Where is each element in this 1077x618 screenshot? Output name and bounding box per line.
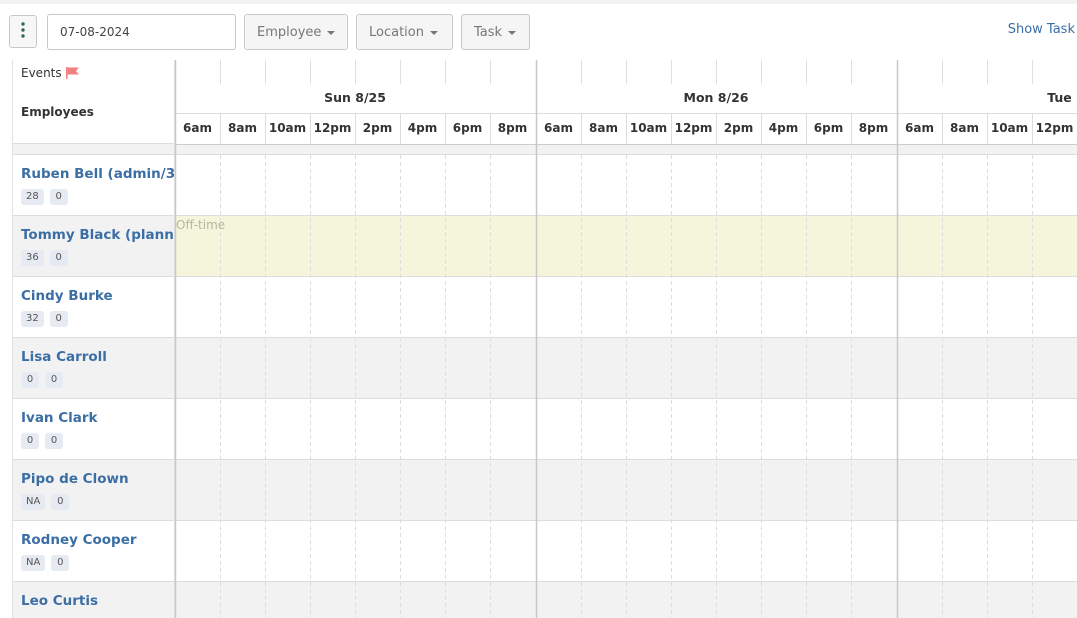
employee-name-link[interactable]: Leo Curtis <box>21 593 98 609</box>
employee-filter-dropdown[interactable]: Employee <box>244 14 348 50</box>
employee-row: Pipo de Clown NA 0 <box>13 460 174 521</box>
hour-header: 6am <box>905 121 934 135</box>
hour-header: 6pm <box>813 121 844 135</box>
employee-name-link[interactable]: Ruben Bell (admin/30) <box>21 166 174 182</box>
schedule-grid-lines <box>175 60 1077 618</box>
employee-row: Lisa Carroll 00 <box>13 338 174 399</box>
hour-header: 2pm <box>723 121 754 135</box>
divider <box>13 144 174 155</box>
flag-icon <box>65 67 80 79</box>
employee-name-link[interactable]: Rodney Cooper <box>21 532 137 548</box>
count-badge: 0 <box>51 494 70 510</box>
schedule-grid[interactable]: Sun 8/25 Mon 8/26 Tue 8/27 6am 8am 10am 12pm 2p… <box>175 60 1077 618</box>
hours-badge: 0 <box>21 372 39 388</box>
employee-panel: Events Employees Ruben Bell (admin/30) 2… <box>12 60 175 618</box>
kebab-vertical-icon <box>21 21 25 42</box>
count-badge: 0 <box>45 372 63 388</box>
employee-name-link[interactable]: Tommy Black (planner <box>21 227 174 243</box>
hour-header: 12pm <box>674 121 713 135</box>
count-badge: 0 <box>49 189 68 205</box>
caret-down-icon <box>327 31 336 35</box>
hour-header: 2pm <box>362 121 393 135</box>
employee-name-link[interactable]: Lisa Carroll <box>21 349 107 365</box>
more-options-button[interactable] <box>9 15 37 48</box>
hour-header: 8am <box>228 121 257 135</box>
hours-badge: NA <box>21 494 46 510</box>
day-header: Tue 8/27 <box>1047 90 1077 105</box>
employee-row: Leo Curtis <box>13 582 174 618</box>
row-background <box>175 521 1077 582</box>
hour-header: 4pm <box>768 121 799 135</box>
employee-name-link[interactable]: Ivan Clark <box>21 410 98 426</box>
hours-badge: 36 <box>21 250 44 266</box>
hours-badge: 28 <box>21 189 44 205</box>
count-badge: 0 <box>45 433 63 449</box>
hour-header: 10am <box>268 121 307 135</box>
hour-header: 6am <box>183 121 212 135</box>
hour-header: 8pm <box>858 121 889 135</box>
hours-badge: 0 <box>21 433 39 449</box>
location-filter-label: Location <box>369 24 424 40</box>
hour-header: 4pm <box>407 121 438 135</box>
events-label: Events <box>21 66 62 80</box>
employee-row: Tommy Black (planner 36 0 <box>13 216 174 277</box>
hour-header: 6pm <box>452 121 483 135</box>
hour-header: 12pm <box>1035 121 1074 135</box>
employee-row: Cindy Burke 32 0 <box>13 277 174 338</box>
hour-header: 10am <box>990 121 1029 135</box>
count-badge: 0 <box>51 555 70 571</box>
date-input[interactable] <box>47 14 236 50</box>
row-background <box>175 460 1077 521</box>
hours-badge: 32 <box>21 311 44 327</box>
offtime-label: Off-time <box>176 218 226 232</box>
employee-row: Rodney Cooper NA 0 <box>13 521 174 582</box>
employee-row: Ruben Bell (admin/30) 28 0 <box>13 155 174 216</box>
hours-badge: NA <box>21 555 46 571</box>
employee-name-link[interactable]: Pipo de Clown <box>21 471 129 487</box>
task-filter-dropdown[interactable]: Task <box>461 14 530 50</box>
caret-down-icon <box>429 31 438 35</box>
location-filter-dropdown[interactable]: Location <box>356 14 453 50</box>
hour-header: 8am <box>950 121 979 135</box>
hour-header: 8am <box>589 121 618 135</box>
day-header: Mon 8/26 <box>683 90 749 105</box>
top-strip <box>0 0 1077 4</box>
employee-name-link[interactable]: Cindy Burke <box>21 288 113 304</box>
employees-header: Employees <box>21 105 94 119</box>
count-badge: 0 <box>49 311 68 327</box>
events-row[interactable]: Events <box>21 66 80 80</box>
hour-header: 12pm <box>313 121 352 135</box>
hour-header: 6am <box>544 121 573 135</box>
show-task-link[interactable]: Show Task <box>1008 22 1075 37</box>
caret-down-icon <box>508 31 517 35</box>
employee-row: Ivan Clark 00 <box>13 399 174 460</box>
hour-header: 8pm <box>497 121 528 135</box>
hour-header: 10am <box>629 121 668 135</box>
header-gap <box>175 144 1077 155</box>
task-filter-label: Task <box>474 24 503 40</box>
day-header: Sun 8/25 <box>324 90 386 105</box>
count-badge: 0 <box>49 250 68 266</box>
employee-filter-label: Employee <box>257 24 322 40</box>
row-background <box>175 277 1077 338</box>
